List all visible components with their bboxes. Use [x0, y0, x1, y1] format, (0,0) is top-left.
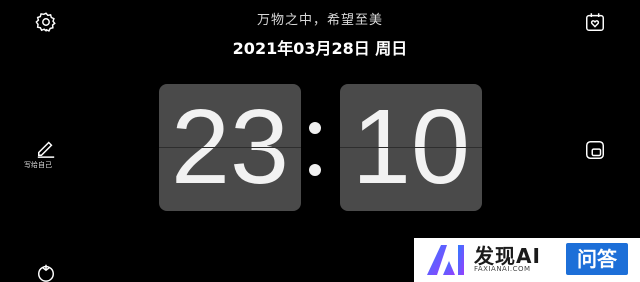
date-text: 2021年03月28日 周日: [232, 39, 408, 58]
ai-logo-icon: [425, 241, 469, 277]
write-to-self-label[interactable]: 写给自己: [24, 160, 72, 170]
hours-card-seam: [159, 147, 301, 148]
promo-url: FAXIANAI.COM: [474, 265, 531, 273]
colon-dot-bottom: [309, 164, 321, 176]
colon-dot-top: [309, 122, 321, 134]
rotate-screen-icon[interactable]: [584, 139, 606, 161]
hours-card: 23: [159, 84, 301, 211]
minutes-card: 10: [340, 84, 482, 211]
pencil-icon[interactable]: [35, 138, 57, 158]
minutes-card-seam: [340, 147, 482, 148]
qa-button[interactable]: 问答: [566, 243, 628, 275]
tomato-icon[interactable]: [35, 262, 57, 282]
calendar-heart-icon[interactable]: [584, 11, 606, 33]
motto-text: 万物之中，希望至美: [256, 13, 383, 28]
